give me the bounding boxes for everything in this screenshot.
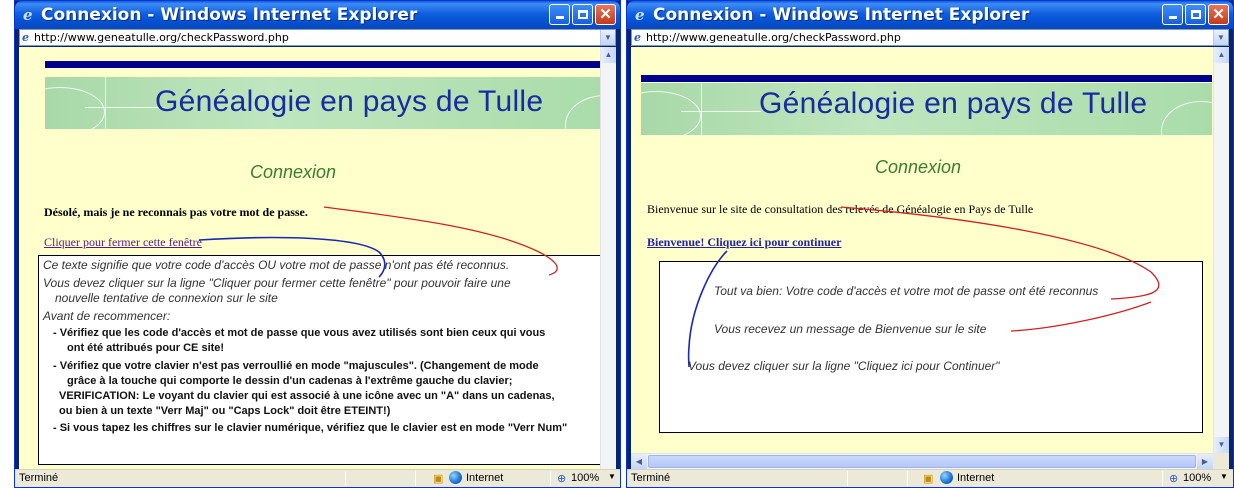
scroll-left-icon[interactable]: ◀ bbox=[631, 454, 647, 469]
site-title: Généalogie en pays de Tulle bbox=[759, 87, 1148, 120]
maximize-icon bbox=[1190, 10, 1201, 19]
help-line: Tout va bien: Votre code d'accès et votr… bbox=[714, 284, 1099, 298]
close-button[interactable]: ✕ bbox=[595, 4, 616, 25]
title-bar[interactable]: e Connexion - Windows Internet Explorer … bbox=[15, 1, 620, 29]
status-text: Terminé bbox=[631, 472, 671, 484]
window-title: Connexion - Windows Internet Explorer bbox=[41, 5, 418, 25]
status-text: Terminé bbox=[19, 472, 59, 484]
minimize-icon bbox=[1168, 16, 1177, 19]
section-heading: Connexion bbox=[875, 157, 962, 177]
ie-logo-icon: e bbox=[635, 6, 645, 24]
horizontal-scrollbar[interactable]: ◀ ▶ bbox=[631, 453, 1213, 469]
address-bar[interactable]: e http://www.geneatulle.org/checkPasswor… bbox=[19, 29, 616, 46]
error-message: Désolé, mais je ne reconnais pas votre m… bbox=[44, 205, 308, 219]
help-line: nouvelle tentative de connexion sur le s… bbox=[55, 291, 278, 305]
banner-decoration bbox=[681, 111, 761, 112]
internet-zone-icon bbox=[940, 471, 953, 484]
ie-logo-icon: e bbox=[23, 6, 33, 24]
site-banner: Généalogie en pays de Tulle bbox=[641, 83, 1212, 135]
title-bar[interactable]: e Connexion - Windows Internet Explorer … bbox=[627, 1, 1233, 29]
close-button[interactable]: ✕ bbox=[1208, 4, 1229, 25]
banner-decoration bbox=[701, 83, 702, 135]
banner-decoration bbox=[105, 77, 106, 129]
help-bullet: VERIFICATION: Le voyant du clavier qui e… bbox=[59, 390, 555, 402]
maximize-icon bbox=[577, 10, 588, 19]
help-line: Vous devez cliquer sur la ligne "Cliquez… bbox=[688, 359, 1000, 373]
site-banner: Généalogie en pays de Tulle bbox=[45, 77, 606, 129]
close-icon: ✕ bbox=[1212, 6, 1225, 23]
protected-mode-icon: ▣ bbox=[923, 473, 934, 485]
help-message-box: Ce texte signifie que votre code d'accès… bbox=[38, 255, 604, 465]
zoom-level[interactable]: 100% bbox=[1183, 472, 1211, 484]
help-line: Avant de recommencer: bbox=[43, 309, 171, 323]
help-bullet: - Vérifiez que votre clavier n'est pas v… bbox=[53, 360, 539, 372]
help-line: Ce texte signifie que votre code d'accès… bbox=[43, 258, 510, 272]
zoom-icon: ⊕ bbox=[557, 473, 567, 485]
status-separator bbox=[415, 471, 416, 486]
scroll-down-icon[interactable]: ▼ bbox=[1214, 437, 1229, 453]
status-separator bbox=[550, 471, 551, 486]
scroll-right-icon[interactable]: ▶ bbox=[1197, 454, 1213, 469]
help-bullet: grâce à la touche qui comporte le dessin… bbox=[67, 375, 513, 387]
zoom-icon: ⊕ bbox=[1169, 473, 1179, 485]
status-bar: Terminé ▣ Internet ⊕ 100% ▼ bbox=[15, 469, 620, 487]
address-dropdown-icon[interactable]: ▼ bbox=[1213, 30, 1228, 45]
status-separator bbox=[847, 471, 848, 486]
maximize-button[interactable] bbox=[572, 4, 593, 25]
internet-zone-icon bbox=[449, 471, 462, 484]
help-bullet: - Si vous tapez les chiffres sur le clav… bbox=[53, 422, 568, 434]
horizontal-scroll-thumb[interactable] bbox=[648, 455, 1196, 468]
close-icon: ✕ bbox=[599, 6, 612, 23]
banner-top-stripe bbox=[45, 61, 606, 68]
banner-decoration bbox=[45, 87, 105, 129]
address-url[interactable]: http://www.geneatulle.org/checkPassword.… bbox=[646, 31, 901, 44]
vertical-scrollbar[interactable]: ▲ ▼ bbox=[1213, 47, 1229, 453]
banner-decoration bbox=[85, 107, 165, 108]
security-zone: Internet bbox=[957, 472, 995, 484]
status-separator bbox=[345, 471, 346, 486]
minimize-button[interactable] bbox=[1162, 4, 1183, 25]
help-line: Vous recevez un message de Bienvenue sur… bbox=[714, 322, 987, 336]
maximize-button[interactable] bbox=[1185, 4, 1206, 25]
help-bullet: - Vérifiez que les code d'accès et mot d… bbox=[53, 327, 546, 339]
page-content: Généalogie en pays de Tulle Connexion Bi… bbox=[631, 47, 1229, 469]
minimize-button[interactable] bbox=[549, 4, 570, 25]
scroll-up-icon[interactable]: ▲ bbox=[601, 47, 616, 63]
right-browser-window: e Connexion - Windows Internet Explorer … bbox=[626, 0, 1234, 488]
banner-top-stripe bbox=[641, 75, 1212, 82]
minimize-icon bbox=[555, 16, 564, 19]
zoom-level[interactable]: 100% bbox=[571, 472, 599, 484]
continue-link[interactable]: Bienvenue! Cliquez ici pour continuer bbox=[647, 235, 841, 250]
left-browser-window: e Connexion - Windows Internet Explorer … bbox=[14, 0, 621, 488]
address-url[interactable]: http://www.geneatulle.org/checkPassword.… bbox=[34, 31, 289, 44]
window-title: Connexion - Windows Internet Explorer bbox=[653, 5, 1030, 25]
address-bar[interactable]: e http://www.geneatulle.org/checkPasswor… bbox=[631, 29, 1229, 46]
security-zone: Internet bbox=[466, 472, 504, 484]
page-content: Généalogie en pays de Tulle Connexion Dé… bbox=[19, 47, 616, 469]
scroll-up-icon[interactable]: ▲ bbox=[1214, 47, 1229, 63]
page-icon: e bbox=[22, 31, 29, 44]
vertical-scrollbar[interactable]: ▲ bbox=[600, 47, 616, 469]
zoom-dropdown-icon[interactable]: ▼ bbox=[1220, 472, 1228, 481]
zoom-dropdown-icon[interactable]: ▼ bbox=[608, 472, 616, 481]
help-bullet: ou bien à un texte "Verr Maj" ou "Caps L… bbox=[59, 405, 391, 417]
address-dropdown-icon[interactable]: ▼ bbox=[600, 30, 615, 45]
page-icon: e bbox=[634, 31, 641, 44]
section-heading: Connexion bbox=[250, 162, 337, 182]
status-separator bbox=[907, 471, 908, 486]
banner-decoration bbox=[641, 91, 701, 135]
help-message-box: Tout va bien: Votre code d'accès et votr… bbox=[659, 261, 1203, 433]
banner-decoration bbox=[1161, 101, 1212, 135]
status-separator bbox=[1162, 471, 1163, 486]
welcome-message: Bienvenue sur le site de consultation de… bbox=[647, 202, 1034, 216]
help-bullet: ont été attribués pour CE site! bbox=[67, 342, 225, 354]
help-line: Vous devez cliquer sur la ligne "Cliquer… bbox=[43, 276, 511, 290]
protected-mode-icon: ▣ bbox=[433, 473, 444, 485]
close-window-link[interactable]: Cliquer pour fermer cette fenêtre bbox=[44, 235, 202, 250]
scrollbar-corner bbox=[1213, 453, 1229, 469]
status-bar: Terminé ▣ Internet ⊕ 100% ▼ bbox=[627, 469, 1233, 487]
site-title: Généalogie en pays de Tulle bbox=[155, 85, 544, 118]
